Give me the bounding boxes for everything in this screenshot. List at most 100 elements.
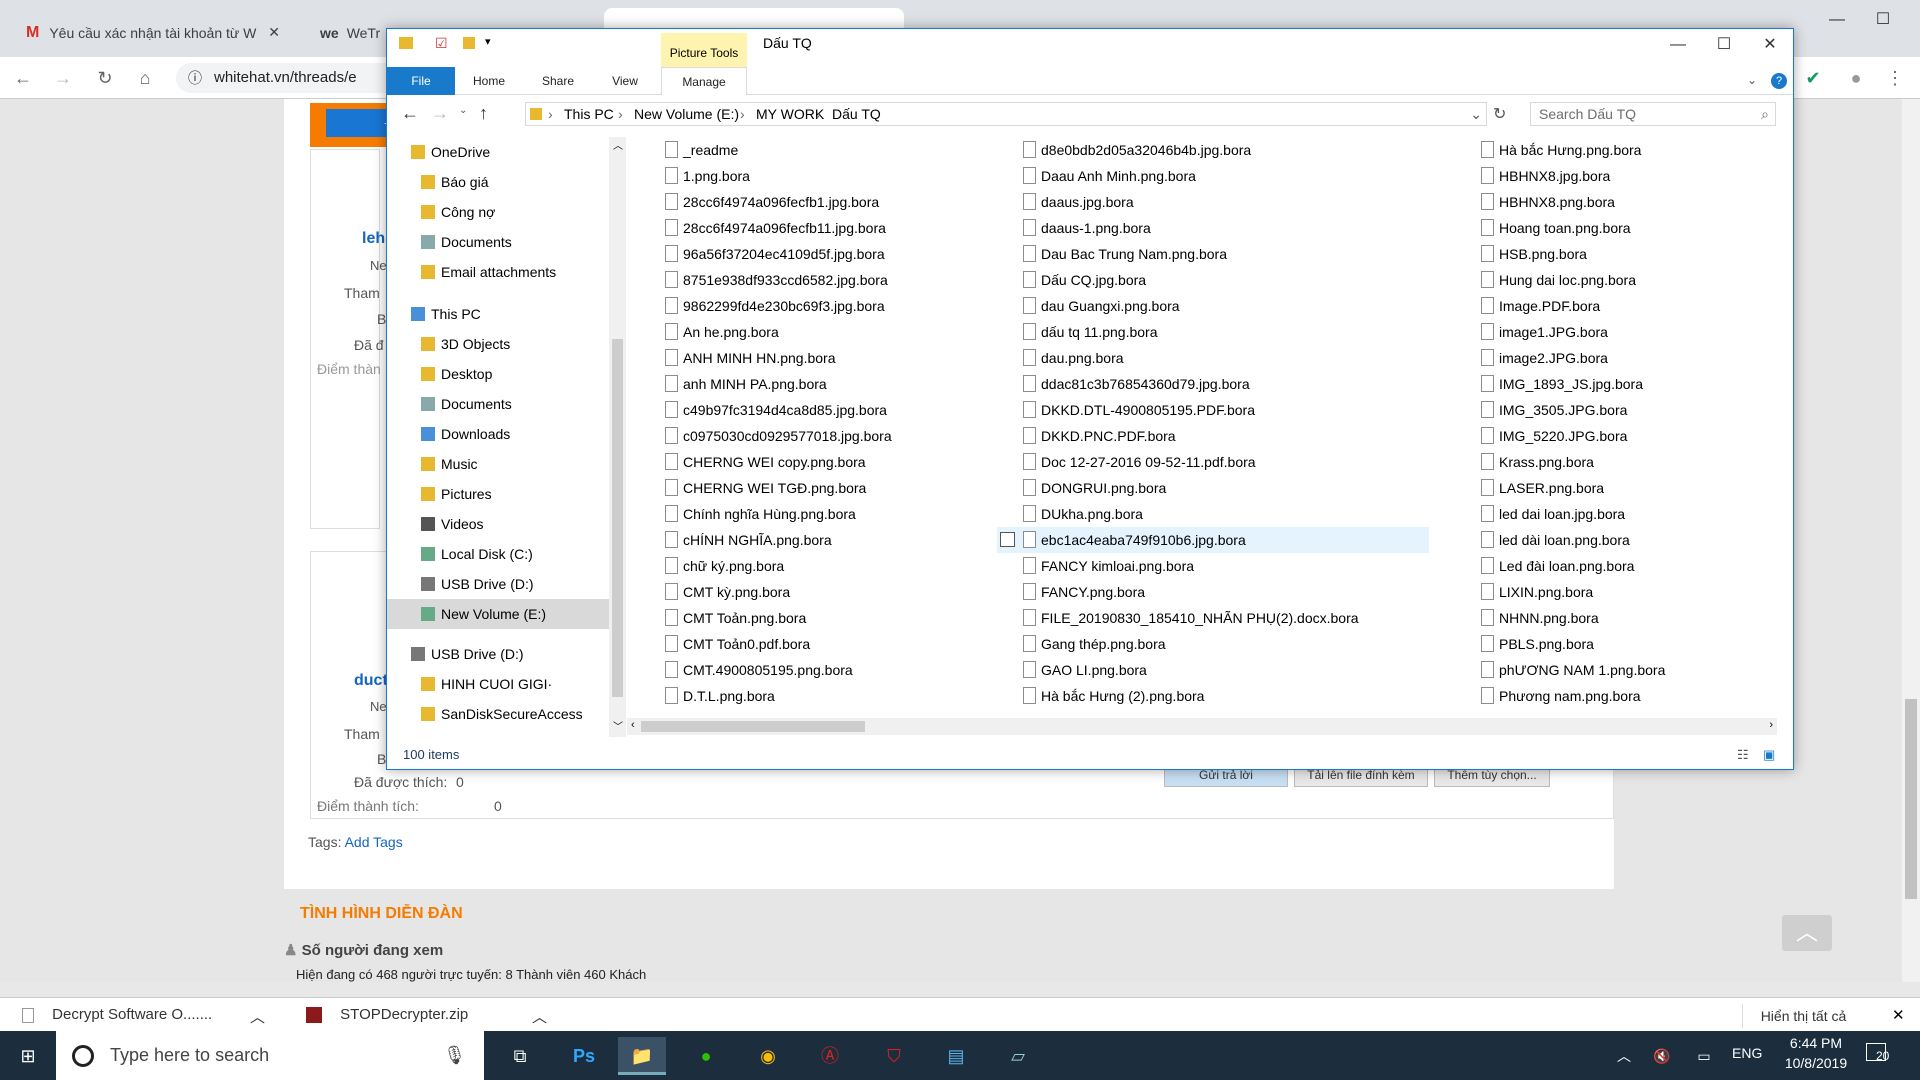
back-icon[interactable]: ← [401, 103, 419, 124]
nav-item[interactable]: Videos [387, 509, 609, 539]
file-item[interactable]: IMG_5220.JPG.bora [1481, 423, 1777, 449]
file-item[interactable]: CMT kỳ.png.bora [665, 579, 995, 605]
file-item[interactable]: 8751e938df933ccd6582.jpg.bora [665, 267, 995, 293]
file-item[interactable]: 1.png.bora [665, 163, 995, 189]
acrobat-icon[interactable]: Ⓐ [806, 1037, 854, 1075]
up-icon[interactable]: ↑ [479, 103, 488, 124]
add-tags-link[interactable]: Add Tags [345, 834, 403, 850]
nav-item[interactable]: Documents [387, 227, 609, 257]
file-item[interactable]: ddac81c3b76854360d79.jpg.bora [1023, 371, 1353, 397]
file-item[interactable]: CMT.4900805195.png.bora [665, 657, 995, 683]
file-item[interactable]: led dài loan.png.bora [1481, 527, 1777, 553]
file-item[interactable]: Hung dai loc.png.bora [1481, 267, 1777, 293]
file-item[interactable]: c0975030cd0929577018.jpg.bora [665, 423, 995, 449]
breadcrumb-mywork[interactable]: MY WORK [756, 103, 824, 125]
nav-item[interactable]: OneDrive [387, 137, 609, 167]
file-item[interactable]: FANCY.png.bora [1023, 579, 1353, 605]
close-icon[interactable]: ✕ [268, 24, 280, 41]
file-item[interactable]: GAO LI.png.bora [1023, 657, 1353, 683]
breadcrumb-current[interactable]: Dấu TQ [832, 103, 881, 125]
nav-item[interactable]: Documents [387, 389, 609, 419]
file-item[interactable]: FILE_20190830_185410_NHÃN PHỤ(2).docx.bo… [1023, 605, 1359, 631]
breadcrumb-volume[interactable]: New Volume (E:) [634, 103, 739, 125]
file-item[interactable]: image1.JPG.bora [1481, 319, 1777, 345]
file-item[interactable]: 28cc6f4974a096fecfb11.jpg.bora [665, 215, 995, 241]
file-item[interactable]: LASER.png.bora [1481, 475, 1777, 501]
file-item[interactable]: An he.png.bora [665, 319, 995, 345]
minimize-icon[interactable]: — [1814, 4, 1860, 36]
file-item[interactable]: HBHNX8.jpg.bora [1481, 163, 1777, 189]
file-item[interactable]: dau Guangxi.png.bora [1023, 293, 1353, 319]
extension-icon[interactable]: ✔ [1800, 65, 1826, 91]
menu-icon[interactable]: ⋮ [1882, 65, 1908, 91]
nav-item[interactable]: New Volume (E:) [387, 599, 609, 629]
nav-item[interactable]: Công nợ [387, 197, 609, 227]
file-item[interactable]: dau.png.bora [1023, 345, 1353, 371]
file-item[interactable]: Led đài loan.png.bora [1481, 553, 1777, 579]
file-item[interactable]: Chính nghĩa Hùng.png.bora [665, 501, 995, 527]
nav-item[interactable]: HINH CUOI GIGI· [387, 669, 609, 699]
close-icon[interactable]: ✕ [1747, 29, 1793, 61]
file-item[interactable]: NHNN.png.bora [1481, 605, 1777, 631]
select-checkbox[interactable] [1000, 532, 1015, 547]
forward-icon[interactable]: → [50, 65, 76, 91]
new-folder-icon[interactable] [463, 37, 475, 49]
tab-home[interactable]: Home [455, 67, 523, 95]
file-item[interactable]: Phương nam.png.bora [1481, 683, 1777, 709]
file-item[interactable]: image2.JPG.bora [1481, 345, 1777, 371]
file-item[interactable]: c49b97fc3194d4ca8d85.jpg.bora [665, 397, 995, 423]
chevron-down-icon[interactable]: ▾ [485, 35, 491, 48]
taskbar-search-box[interactable]: Type here to search 🎙 [56, 1031, 484, 1080]
file-item[interactable]: chữ ký.png.bora [665, 553, 995, 579]
file-item[interactable]: ANH MINH HN.png.bora [665, 345, 995, 371]
file-item[interactable]: cHÍNH NGHĨA.png.bora [665, 527, 995, 553]
file-item[interactable]: Krass.png.bora [1481, 449, 1777, 475]
notification-center-icon[interactable]: 20 [1866, 1043, 1896, 1067]
file-item[interactable]: daaus-1.png.bora [1023, 215, 1353, 241]
file-item[interactable]: CMT Toản0.pdf.bora [665, 631, 995, 657]
file-item[interactable]: anh MINH PA.png.bora [665, 371, 995, 397]
microphone-icon[interactable]: 🎙 [443, 1031, 466, 1080]
file-item[interactable]: d8e0bdb2d05a32046b4b.jpg.bora [1023, 137, 1353, 163]
file-item[interactable]: Gang thép.png.bora [1023, 631, 1353, 657]
file-item[interactable]: Image.PDF.bora [1481, 293, 1777, 319]
breadcrumb-this-pc[interactable]: This PC [564, 103, 614, 125]
file-item[interactable]: led dai loan.jpg.bora [1481, 501, 1777, 527]
notepad-icon[interactable]: ▱ [994, 1037, 1042, 1075]
nav-item[interactable]: Music [387, 449, 609, 479]
download-item-2[interactable]: STOPDecrypter.zip ︿ [306, 1006, 556, 1026]
chevron-up-icon[interactable]: ︿ [532, 1006, 547, 1027]
file-item[interactable]: Doc 12-27-2016 09-52-11.pdf.bora [1023, 449, 1353, 475]
task-view-icon[interactable]: ⧉ [496, 1037, 544, 1075]
shield-icon[interactable]: ⛉ [870, 1037, 918, 1075]
file-item[interactable]: Hà bắc Hưng (2).png.bora [1023, 683, 1353, 709]
show-all-button[interactable]: Hiển thị tất cả [1742, 1004, 1864, 1028]
file-item[interactable]: IMG_1893_JS.jpg.bora [1481, 371, 1777, 397]
volume-muted-icon[interactable]: 🔇 [1638, 1037, 1686, 1075]
nav-item[interactable]: Downloads [387, 419, 609, 449]
scroll-top-button[interactable]: ︿ [1782, 915, 1832, 951]
nav-item[interactable]: USB Drive (D:) [387, 639, 609, 669]
details-view-icon[interactable]: ☷ [1737, 741, 1749, 769]
forward-icon[interactable]: → [431, 103, 449, 124]
recent-chevron-icon[interactable]: ⌄ [459, 105, 467, 116]
nav-item[interactable]: Local Disk (C:) [387, 539, 609, 569]
file-item[interactable]: 28cc6f4974a096fecfb1.jpg.bora [665, 189, 995, 215]
tab-manage[interactable]: Manage [661, 67, 747, 95]
file-item[interactable]: phƯƠNG NAM 1.png.bora [1481, 657, 1777, 683]
browser-tab-wetransfer[interactable]: we WeTr [310, 8, 390, 57]
chevron-up-icon[interactable]: ︿ [250, 1006, 265, 1027]
nav-item[interactable]: USB Drive (D:) [387, 569, 609, 599]
file-explorer-icon[interactable]: 📁 [618, 1037, 666, 1075]
chevron-down-icon[interactable]: ⌄ [1470, 103, 1482, 125]
user-name-2[interactable]: duct [354, 672, 388, 690]
file-item[interactable]: LIXIN.png.bora [1481, 579, 1777, 605]
chrome-icon[interactable]: ◉ [744, 1037, 792, 1075]
avatar[interactable]: ● [1843, 65, 1869, 91]
user-name-1[interactable]: leh [362, 230, 385, 248]
file-item[interactable]: dấu tq 11.png.bora [1023, 319, 1353, 345]
file-item[interactable]: Daau Anh Minh.png.bora [1023, 163, 1353, 189]
file-item[interactable]: DUkha.png.bora [1023, 501, 1353, 527]
home-icon[interactable]: ⌂ [132, 65, 158, 91]
browser-tab-gmail[interactable]: M Yêu cầu xác nhận tài khoản từ W ✕ [16, 8, 286, 57]
